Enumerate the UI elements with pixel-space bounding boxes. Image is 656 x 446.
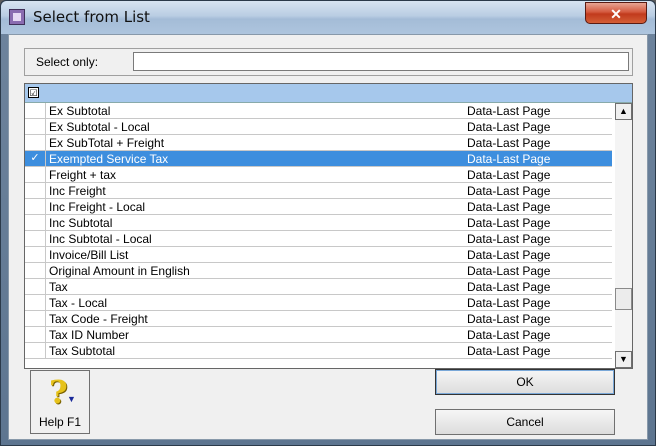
row-type: Data-Last Page	[467, 232, 551, 246]
row-name: Tax	[49, 280, 68, 294]
row-type: Data-Last Page	[467, 216, 551, 230]
row-checkbox[interactable]	[25, 199, 46, 214]
row-type: Data-Last Page	[467, 280, 551, 294]
row-checkbox[interactable]	[25, 279, 46, 294]
list-row[interactable]: Inc Subtotal Data-Last Page	[25, 215, 612, 231]
row-name: Ex SubTotal + Freight	[49, 136, 165, 150]
dropdown-arrow-icon: ▼	[67, 394, 76, 404]
help-button[interactable]: ? ▼ Help F1	[30, 370, 90, 434]
row-checkbox[interactable]	[25, 311, 46, 326]
row-type: Data-Last Page	[467, 136, 551, 150]
help-question-icon: ?	[49, 373, 68, 411]
select-all-checkbox[interactable]: ☑	[28, 87, 39, 98]
row-type: Data-Last Page	[467, 264, 551, 278]
filter-input[interactable]	[133, 52, 629, 71]
list-row[interactable]: Tax - Local Data-Last Page	[25, 295, 612, 311]
row-checkbox[interactable]	[25, 135, 46, 150]
row-name: Inc Subtotal - Local	[49, 232, 152, 246]
title-bar[interactable]: Select from List ✕	[1, 1, 655, 34]
filter-group: Select only:	[24, 48, 633, 76]
row-name: Inc Freight	[49, 184, 106, 198]
ok-button[interactable]: OK	[435, 369, 615, 395]
row-checkbox[interactable]: ✓	[25, 151, 46, 166]
list-row[interactable]: Inc Freight Data-Last Page	[25, 183, 612, 199]
close-button[interactable]: ✕	[585, 2, 647, 24]
cancel-button[interactable]: Cancel	[435, 409, 615, 435]
row-type: Data-Last Page	[467, 328, 551, 342]
row-checkbox[interactable]	[25, 167, 46, 182]
row-name: Ex Subtotal	[49, 104, 111, 118]
list-row[interactable]: Tax ID Number Data-Last Page	[25, 327, 612, 343]
row-name: Tax - Local	[49, 296, 108, 310]
filter-label: Select only:	[36, 55, 99, 69]
row-name: Ex Subtotal - Local	[49, 120, 150, 134]
list-row[interactable]: Tax Subtotal Data-Last Page	[25, 343, 612, 359]
row-name: Original Amount in English	[49, 264, 190, 278]
list-row[interactable]: Ex Subtotal Data-Last Page	[25, 103, 612, 119]
row-checkbox[interactable]	[25, 119, 46, 134]
app-icon	[9, 9, 25, 25]
list-row[interactable]: Tax Code - Freight Data-Last Page	[25, 311, 612, 327]
row-checkbox[interactable]	[25, 183, 46, 198]
dialog-body: Select only: ☑ Ex Subtotal Data-Last Page…	[8, 34, 648, 440]
list-header: ☑	[25, 84, 632, 103]
window-title: Select from List	[33, 8, 150, 26]
row-checkbox[interactable]	[25, 103, 46, 118]
vertical-scrollbar[interactable]: ▲ ▼	[615, 103, 632, 368]
list-row[interactable]: Ex Subtotal - Local Data-Last Page	[25, 119, 612, 135]
row-type: Data-Last Page	[467, 344, 551, 358]
row-checkbox[interactable]	[25, 215, 46, 230]
list-row[interactable]: Freight + tax Data-Last Page	[25, 167, 612, 183]
item-list[interactable]: ☑ Ex Subtotal Data-Last Page Ex Subtotal -…	[24, 83, 633, 369]
row-type: Data-Last Page	[467, 248, 551, 262]
list-rows: Ex Subtotal Data-Last Page Ex Subtotal - L…	[25, 103, 612, 359]
row-name: Tax ID Number	[49, 328, 130, 342]
row-checkbox[interactable]	[25, 263, 46, 278]
row-type: Data-Last Page	[467, 200, 551, 214]
row-type: Data-Last Page	[467, 168, 551, 182]
list-row[interactable]: Original Amount in English Data-Last Page	[25, 263, 612, 279]
row-name: Inc Subtotal	[49, 216, 113, 230]
scroll-down-button[interactable]: ▼	[615, 351, 632, 368]
row-name: Invoice/Bill List	[49, 248, 129, 262]
row-checkbox[interactable]	[25, 343, 46, 358]
row-name: Freight + tax	[49, 168, 117, 182]
list-row[interactable]: ✓ Exempted Service Tax Data-Last Page	[25, 151, 612, 167]
scroll-thumb[interactable]	[615, 288, 632, 310]
list-row[interactable]: Invoice/Bill List Data-Last Page	[25, 247, 612, 263]
row-type: Data-Last Page	[467, 312, 551, 326]
row-type: Data-Last Page	[467, 296, 551, 310]
row-type: Data-Last Page	[467, 152, 551, 166]
row-name: Tax Subtotal	[49, 344, 116, 358]
row-checkbox[interactable]	[25, 247, 46, 262]
help-label: Help F1	[38, 415, 82, 429]
row-checkbox[interactable]	[25, 295, 46, 310]
row-checkbox[interactable]	[25, 231, 46, 246]
list-row[interactable]: Inc Subtotal - Local Data-Last Page	[25, 231, 612, 247]
list-row[interactable]: Tax Data-Last Page	[25, 279, 612, 295]
list-row[interactable]: Inc Freight - Local Data-Last Page	[25, 199, 612, 215]
row-type: Data-Last Page	[467, 184, 551, 198]
row-name: Inc Freight - Local	[49, 200, 146, 214]
scroll-up-button[interactable]: ▲	[615, 103, 632, 120]
row-type: Data-Last Page	[467, 104, 551, 118]
row-name: Tax Code - Freight	[49, 312, 148, 326]
list-row[interactable]: Ex SubTotal + Freight Data-Last Page	[25, 135, 612, 151]
row-checkbox[interactable]	[25, 327, 46, 342]
row-type: Data-Last Page	[467, 120, 551, 134]
dialog-window: Select from List ✕ Select only: ☑ Ex Sub…	[0, 0, 656, 446]
row-name: Exempted Service Tax	[49, 152, 169, 166]
